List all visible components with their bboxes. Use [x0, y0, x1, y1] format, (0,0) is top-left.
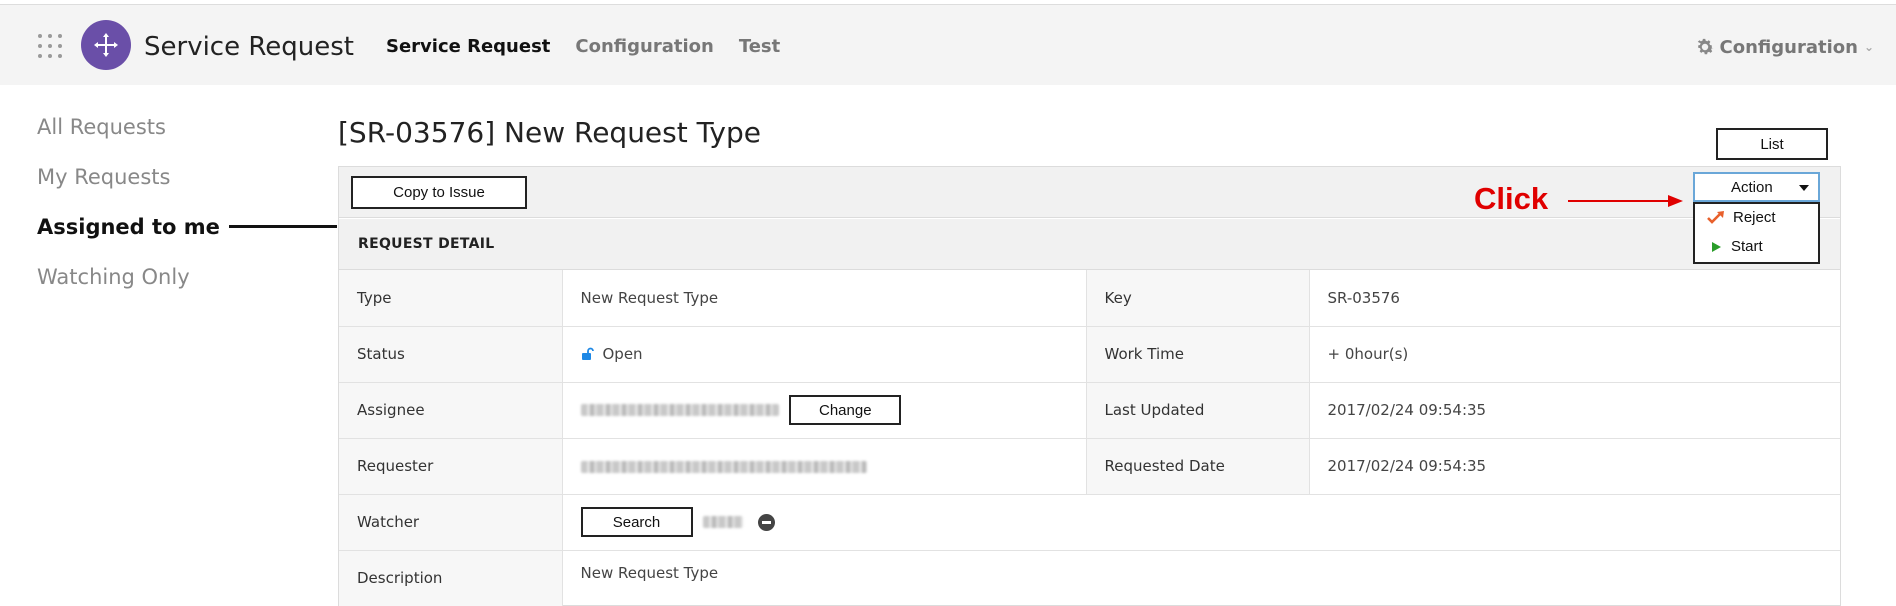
status-label: Status — [339, 326, 562, 383]
sidebar-item-watching-only[interactable]: Watching Only — [37, 262, 220, 312]
key-label: Key — [1085, 270, 1309, 327]
table-row: Watcher Search — [339, 494, 1840, 551]
requester-name-redacted — [580, 460, 867, 473]
assignee-cell: Change — [561, 382, 1086, 439]
play-icon — [1712, 241, 1721, 252]
type-value: New Request Type — [561, 270, 1086, 327]
watcher-cell: Search — [561, 494, 1840, 551]
description-value: New Request Type — [561, 550, 1840, 606]
chevron-down-icon: ⌄ — [1863, 40, 1874, 54]
menu-item-start-label: Start — [1731, 238, 1763, 255]
requester-label: Requester — [339, 438, 562, 495]
table-row: Description New Request Type — [339, 550, 1840, 606]
list-button[interactable]: List — [1716, 128, 1828, 160]
active-item-underline — [229, 225, 337, 228]
request-panel: Copy to Issue REQUEST DETAIL Type New Re… — [338, 166, 1841, 606]
sidebar: All Requests My Requests Assigned to me … — [37, 112, 337, 312]
menu-item-reject-label: Reject — [1733, 209, 1776, 226]
key-value: SR-03576 — [1308, 270, 1840, 327]
table-row: Requester Requested Date 2017/02/24 09:5… — [339, 438, 1840, 495]
app-header: Service Request Service Request Configur… — [0, 5, 1896, 85]
nav-service-request[interactable]: Service Request — [386, 36, 550, 57]
caret-down-icon — [1799, 185, 1809, 191]
work-time-value: + 0hour(s) — [1308, 326, 1840, 383]
work-time-label: Work Time — [1085, 326, 1309, 383]
search-watcher-button[interactable]: Search — [580, 507, 693, 537]
click-annotation: Click — [1474, 181, 1549, 216]
remove-watcher-icon[interactable] — [758, 513, 776, 531]
sidebar-item-my-requests[interactable]: My Requests — [37, 162, 220, 212]
table-row: Type New Request Type Key SR-03576 — [339, 270, 1840, 327]
change-assignee-button[interactable]: Change — [789, 395, 902, 425]
table-row: Assignee Change Last Updated 2017/02/24 … — [339, 382, 1840, 439]
nav-configuration[interactable]: Configuration — [575, 36, 713, 57]
requested-date-value: 2017/02/24 09:54:35 — [1308, 438, 1840, 495]
configuration-menu-label: Configuration — [1719, 36, 1858, 58]
assignee-label: Assignee — [339, 382, 562, 439]
top-nav: Service Request Configuration Test — [386, 36, 805, 57]
section-title: REQUEST DETAIL — [358, 236, 495, 252]
annotation-arrow-icon — [1568, 195, 1683, 207]
last-updated-value: 2017/02/24 09:54:35 — [1308, 382, 1840, 439]
apps-grid-icon[interactable] — [38, 34, 62, 58]
requested-date-label: Requested Date — [1085, 438, 1309, 495]
description-label: Description — [339, 550, 562, 606]
status-cell: Open — [561, 326, 1086, 383]
unlock-icon — [581, 347, 594, 360]
nav-test[interactable]: Test — [739, 36, 780, 57]
assignee-name-redacted — [580, 404, 779, 416]
action-button-label: Action — [1731, 179, 1773, 196]
gear-icon — [1697, 38, 1714, 55]
reject-arrow-icon — [1707, 210, 1724, 224]
copy-to-issue-button[interactable]: Copy to Issue — [351, 176, 527, 209]
menu-item-start[interactable]: Start — [1707, 238, 1763, 255]
request-detail-table: Type New Request Type Key SR-03576 Statu… — [339, 270, 1840, 606]
table-row: Status Open Work Time + 0hour(s) — [339, 326, 1840, 383]
app-title: Service Request — [144, 32, 354, 62]
configuration-menu[interactable]: Configuration ⌄ — [1694, 36, 1874, 58]
sidebar-item-assigned-to-me[interactable]: Assigned to me — [37, 212, 220, 262]
last-updated-label: Last Updated — [1085, 382, 1309, 439]
requester-cell — [561, 438, 1086, 495]
sidebar-item-all-requests[interactable]: All Requests — [37, 112, 220, 162]
action-menu: Reject Start — [1693, 202, 1820, 264]
watcher-name-redacted — [703, 516, 744, 528]
type-label: Type — [339, 270, 562, 327]
watcher-label: Watcher — [339, 494, 562, 551]
status-value: Open — [602, 345, 643, 363]
service-request-logo[interactable] — [81, 20, 131, 70]
section-header: REQUEST DETAIL — [339, 219, 1840, 270]
action-button[interactable]: Action — [1693, 172, 1820, 202]
menu-item-reject[interactable]: Reject — [1707, 209, 1776, 226]
page-title: [SR-03576] New Request Type — [338, 116, 761, 149]
